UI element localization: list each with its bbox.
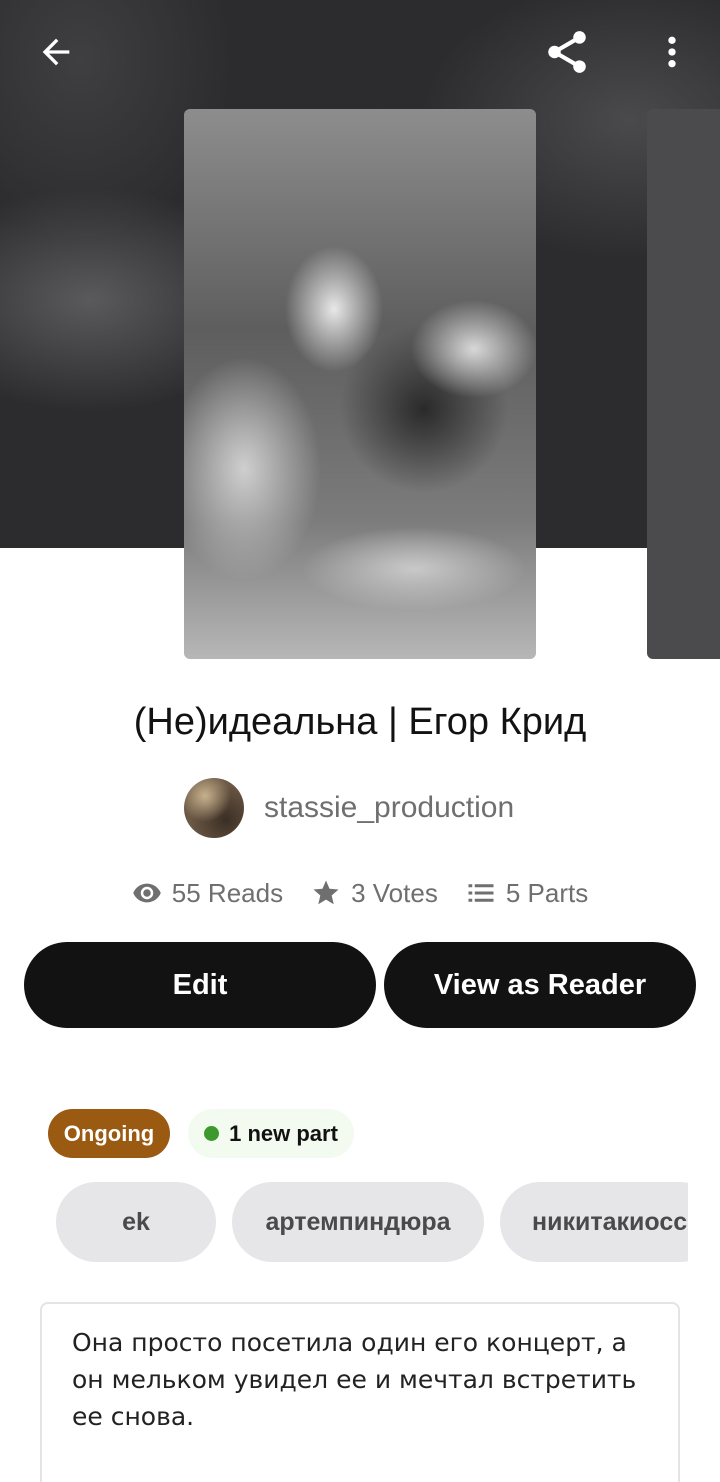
new-part-badge: 1 new part	[188, 1109, 354, 1158]
share-icon	[548, 31, 586, 73]
new-part-label: 1 new part	[229, 1120, 338, 1146]
view-as-reader-button[interactable]: View as Reader	[384, 942, 696, 1028]
reads-stat: 55 Reads	[132, 878, 283, 909]
tags-row[interactable]: ek артемпиндюра никитакиосс	[0, 1182, 688, 1262]
share-button[interactable]	[539, 24, 595, 80]
story-cover-image[interactable]	[184, 109, 536, 659]
ongoing-label: Ongoing	[63, 1120, 155, 1146]
tag-chip[interactable]: ek	[56, 1182, 216, 1262]
arrow-left-icon	[42, 38, 70, 66]
reads-count: 55 Reads	[171, 877, 284, 908]
more-options-button[interactable]	[644, 24, 700, 80]
votes-count: 3 Votes	[351, 877, 438, 908]
description-text: Она просто посетила один его концерт, а …	[72, 1328, 637, 1431]
author-avatar[interactable]	[184, 778, 244, 838]
story-title: (Не)идеальна | Егор Крид	[133, 701, 587, 743]
list-icon	[468, 884, 494, 902]
edit-button[interactable]: Edit	[24, 942, 376, 1028]
author-row[interactable]: stassie_production	[184, 778, 514, 838]
story-stats: 55 Reads 3 Votes 5 Parts	[0, 870, 720, 916]
votes-stat: 3 Votes	[311, 878, 438, 909]
parts-stat: 5 Parts	[466, 878, 588, 909]
back-button[interactable]	[28, 24, 84, 80]
eye-icon	[133, 883, 161, 903]
parts-count: 5 Parts	[505, 877, 589, 908]
more-vertical-icon	[668, 36, 676, 68]
tag-chip[interactable]: артемпиндюра	[232, 1182, 484, 1262]
author-name[interactable]: stassie_production	[264, 791, 514, 825]
green-dot-icon	[204, 1126, 220, 1141]
next-story-cover[interactable]	[647, 109, 720, 659]
star-icon	[313, 880, 339, 905]
ongoing-badge: Ongoing	[48, 1109, 170, 1158]
tag-chip[interactable]: никитакиосс	[500, 1182, 688, 1262]
story-description: Она просто посетила один его концерт, а …	[40, 1302, 680, 1482]
